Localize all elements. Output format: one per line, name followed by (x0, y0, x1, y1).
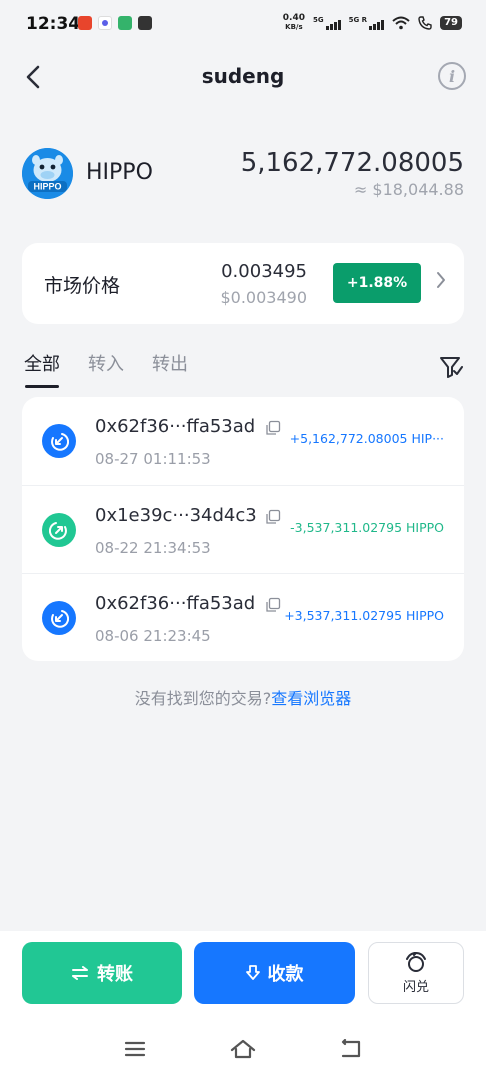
transaction-row[interactable]: 0x62f36···ffa53ad 08-06 21:23:45 +3,537,… (22, 573, 464, 661)
copy-icon[interactable] (265, 509, 281, 525)
market-price-usd: $0.003490 (220, 288, 307, 307)
status-time: 12:34 (26, 14, 81, 34)
wifi-icon (392, 16, 410, 30)
home-icon[interactable] (228, 1037, 258, 1061)
market-price-card[interactable]: 市场价格 0.003495 $0.003490 +1.88% (22, 243, 464, 324)
tab-outgoing[interactable]: 转出 (152, 350, 188, 376)
market-price: 0.003495 (221, 261, 307, 282)
page-title: sudeng (201, 64, 285, 88)
token-logo: HIPPO (22, 148, 73, 199)
tab-all[interactable]: 全部 (24, 350, 60, 376)
app-header: sudeng i (0, 50, 486, 106)
transaction-amount: +5,162,772.08005 HIP··· (289, 431, 444, 446)
receive-button[interactable]: 收款 (194, 942, 355, 1004)
incoming-transaction-icon (42, 424, 76, 458)
menu-icon[interactable] (120, 1037, 150, 1061)
token-balance: 5,162,772.08005 (240, 148, 464, 178)
notification-app-icon-4 (138, 16, 152, 30)
incoming-transaction-icon (42, 601, 76, 635)
not-found-hint: 没有找到您的交易?查看浏览器 (0, 685, 486, 709)
transaction-row[interactable]: 0x62f36···ffa53ad 08-27 01:11:53 +5,162,… (22, 397, 464, 485)
view-explorer-link[interactable]: 查看浏览器 (271, 689, 351, 708)
filter-icon[interactable] (439, 355, 463, 379)
tab-incoming[interactable]: 转入 (88, 350, 124, 376)
system-nav-bar (0, 1019, 486, 1080)
token-balance-usd: ≈ $18,044.88 (353, 180, 464, 199)
transaction-hash: 0x1e39c···34d4c3 (95, 505, 257, 526)
transaction-amount: +3,537,311.02795 HIPPO (284, 608, 444, 623)
token-logo-text: HIPPO (33, 182, 61, 192)
swap-button-label: 闪兑 (402, 979, 429, 995)
transfer-button-label: 转账 (97, 964, 133, 985)
bottom-action-bar: 转账 收款 闪兑 (0, 931, 486, 1019)
transaction-hash: 0x62f36···ffa53ad (95, 593, 256, 614)
swap-button[interactable]: 闪兑 (368, 942, 464, 1004)
token-symbol: HIPPO (86, 160, 153, 185)
chevron-right-icon (437, 272, 445, 288)
notification-app-icon-3 (118, 16, 132, 30)
transaction-date: 08-06 21:23:45 (95, 627, 211, 645)
token-summary: HIPPO HIPPO 5,162,772.08005 ≈ $18,044.88 (22, 146, 466, 202)
transfer-button[interactable]: 转账 (22, 942, 182, 1004)
status-right-group: 0.40 KB/s 5G 5G R 79 (283, 14, 462, 32)
status-bar: 12:34 0.40 KB/s 5G 5G R 79 (0, 0, 486, 50)
copy-icon[interactable] (265, 597, 281, 613)
download-arrow-icon (245, 965, 260, 980)
call-icon (418, 16, 432, 30)
notification-app-icon-1 (78, 16, 92, 30)
transaction-date: 08-22 21:34:53 (95, 539, 211, 557)
status-notification-icons (78, 16, 152, 30)
market-price-label: 市场价格 (44, 275, 121, 297)
transaction-amount: -3,537,311.02795 HIPPO (290, 520, 444, 535)
transaction-hash: 0x62f36···ffa53ad (95, 416, 256, 437)
transaction-tabs: 全部 转入 转出 (22, 350, 466, 390)
transfer-arrows-icon (72, 966, 88, 980)
transaction-date: 08-27 01:11:53 (95, 450, 211, 468)
notification-app-icon-2 (98, 16, 112, 30)
transaction-list: 0x62f36···ffa53ad 08-27 01:11:53 +5,162,… (22, 397, 464, 661)
battery-icon: 79 (440, 16, 462, 30)
signal-icon-sim1: 5G (313, 16, 341, 30)
receive-button-label: 收款 (267, 964, 304, 985)
swap-icon (406, 951, 426, 972)
price-change-badge: +1.88% (333, 263, 421, 303)
copy-icon[interactable] (265, 420, 281, 436)
active-tab-indicator (25, 385, 59, 388)
outgoing-transaction-icon (42, 513, 76, 547)
back-nav-icon[interactable] (336, 1037, 366, 1061)
transaction-row[interactable]: 0x1e39c···34d4c3 08-22 21:34:53 -3,537,3… (22, 485, 464, 573)
net-speed: 0.40 KB/s (282, 13, 305, 32)
signal-icon-sim2: 5G R (349, 16, 385, 30)
info-icon[interactable]: i (438, 62, 466, 90)
not-found-text: 没有找到您的交易? (134, 689, 272, 708)
